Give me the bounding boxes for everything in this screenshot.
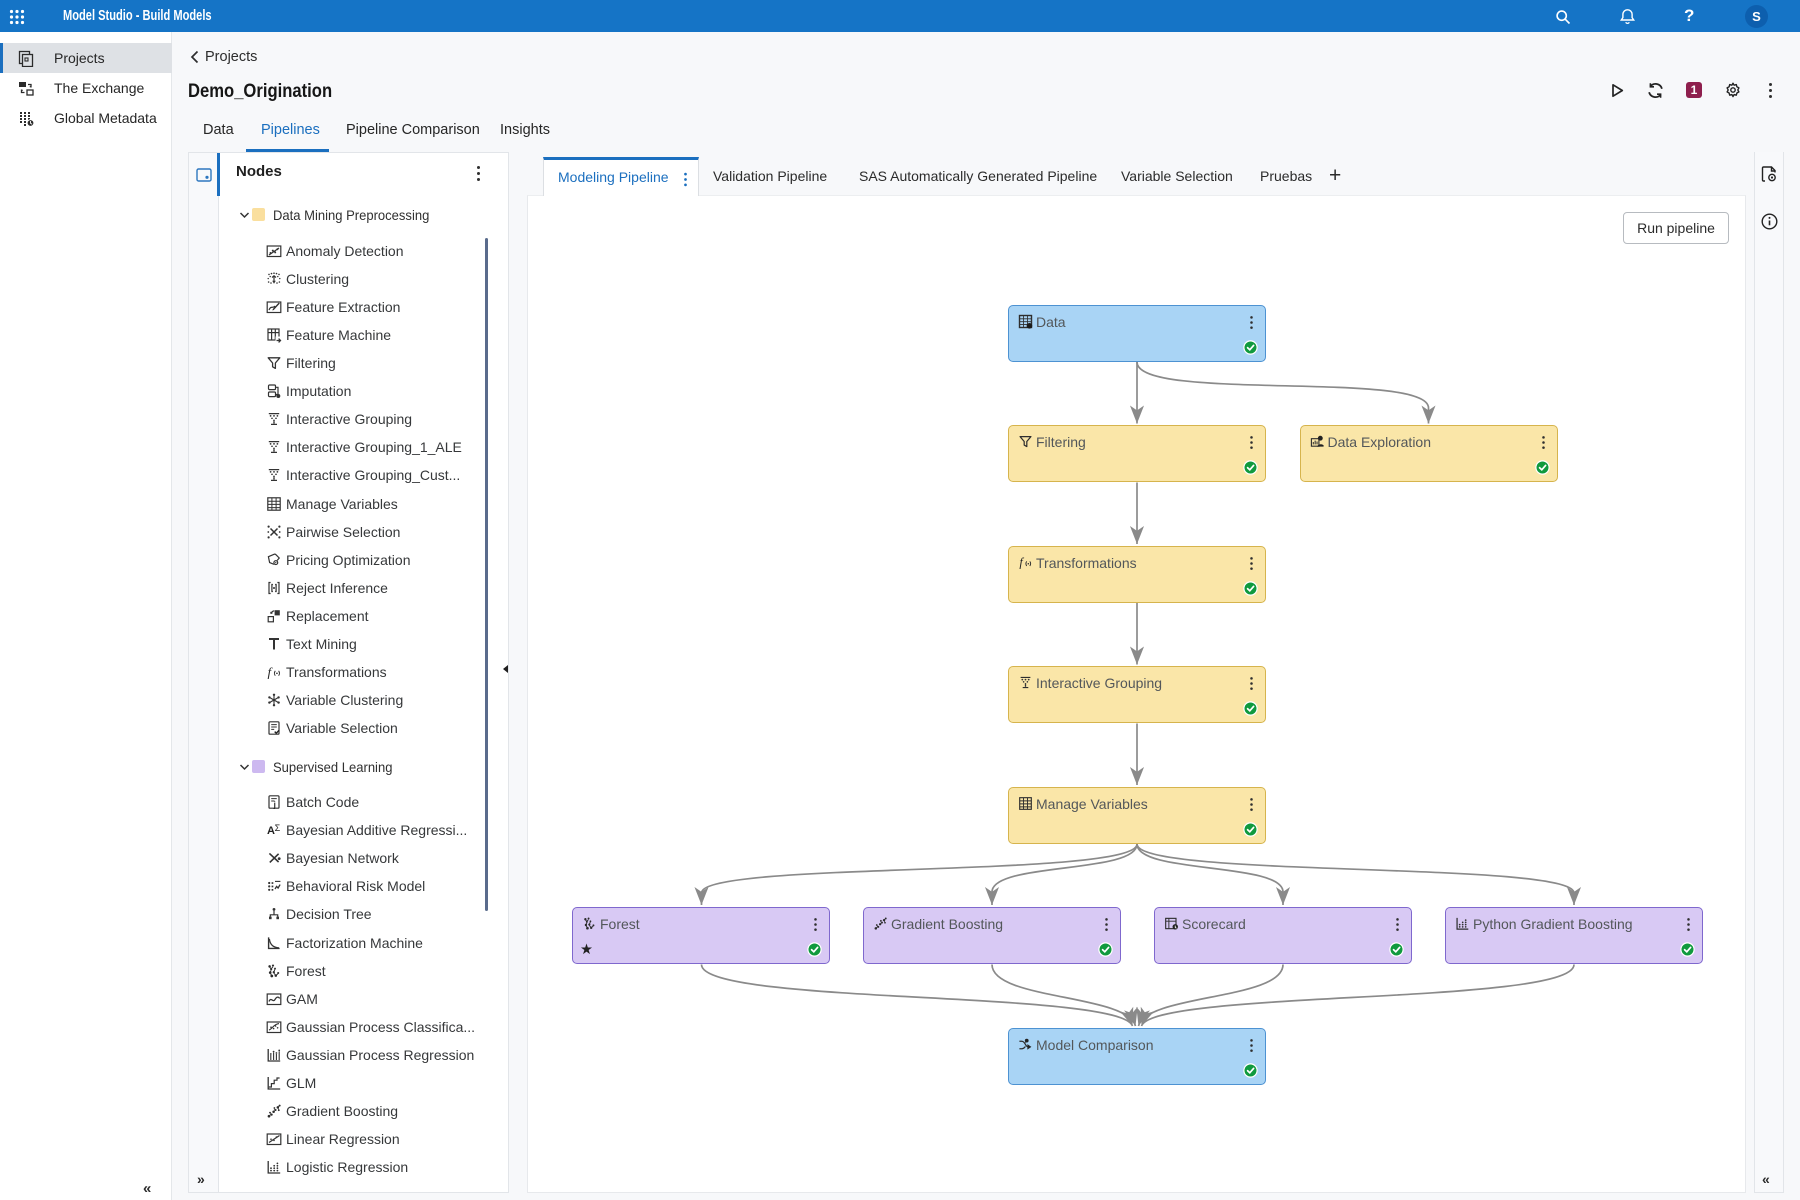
svg-text:f: f	[268, 665, 274, 680]
svg-text:j: j	[273, 800, 276, 809]
svg-text:Σ: Σ	[275, 823, 281, 833]
svg-text:f: f	[1019, 555, 1024, 569]
